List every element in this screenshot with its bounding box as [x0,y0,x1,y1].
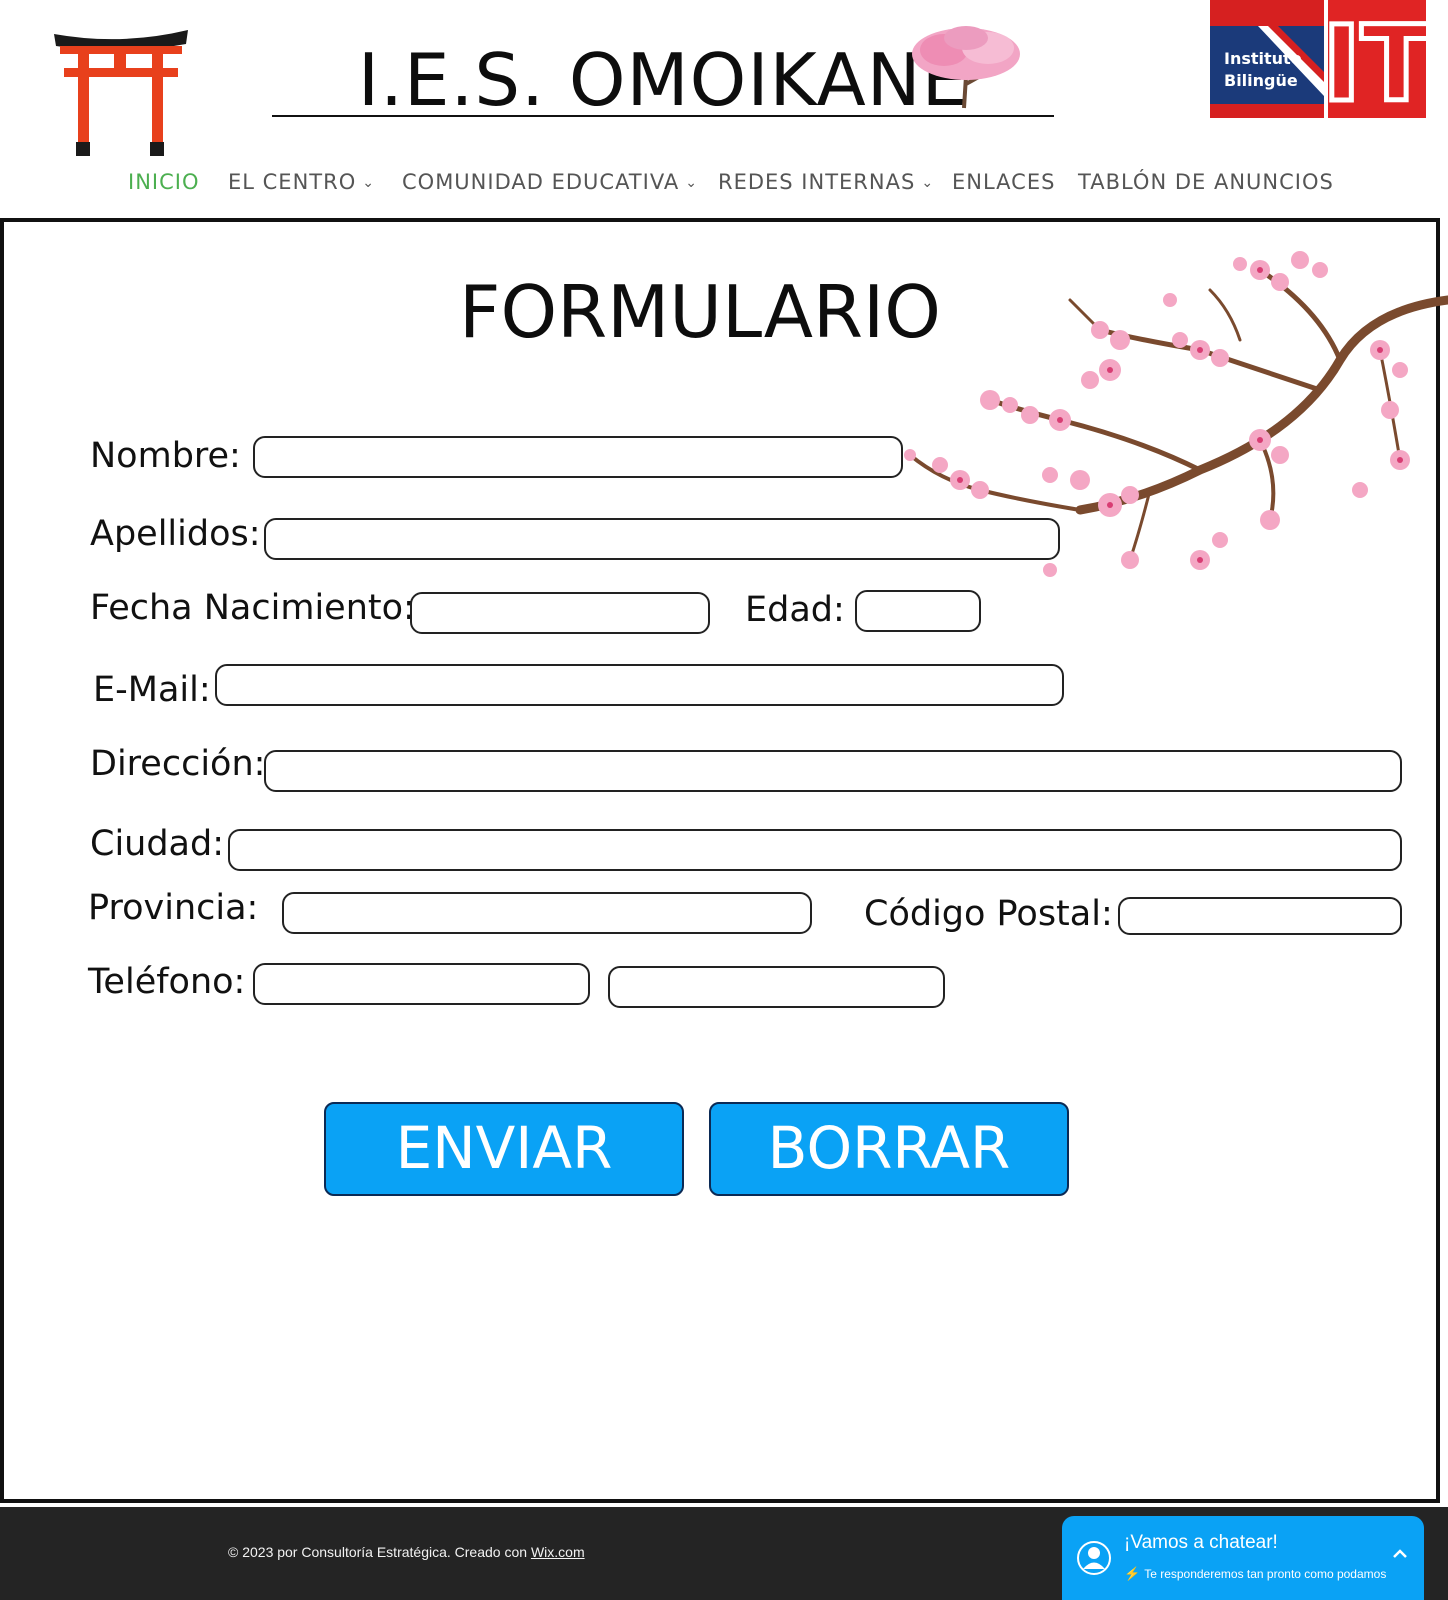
chat-subtitle: Te responderemos tan pronto como podamos [1144,1567,1387,1581]
ciudad-label: Ciudad: [90,824,225,864]
nav-item-enlaces[interactable]: ENLACES [952,170,1055,194]
direccion-field[interactable] [264,750,1402,792]
lightning-icon: ⚡ [1124,1566,1141,1581]
nombre-field[interactable] [253,436,903,478]
footer-wix-link[interactable]: Wix.com [531,1544,585,1560]
direccion-label: Dirección: [90,744,266,784]
bilingual-institute-logo: Instituto Bilingüe IT [1210,0,1434,128]
nav-item-label: ENLACES [952,170,1056,194]
fecha-nacimiento-field[interactable] [410,592,710,634]
bilingual-logo-line2: Bilingüe [1224,71,1298,90]
flag-top-band [1210,0,1324,26]
provincia-field[interactable] [282,892,812,934]
nav-item-label: REDES INTERNAS [718,170,916,194]
it-logo-text: IT [1328,3,1426,118]
nav-item-label: INICIO [128,170,200,194]
telefono-field-1[interactable] [253,963,590,1005]
nav-item-inicio[interactable]: INICIO [128,170,199,194]
ciudad-field[interactable] [228,829,1402,871]
nav-item-el-centro[interactable]: EL CENTRO ⌄ [228,170,375,194]
cherry-tree-icon [912,26,1020,109]
chevron-down-icon: ⌄ [362,175,375,191]
nav-item-label: EL CENTRO [228,170,357,194]
reset-button[interactable]: BORRAR [709,1102,1069,1196]
union-jack-icon: Instituto Bilingüe [1210,0,1324,118]
chevron-up-icon[interactable] [1388,1542,1412,1566]
edad-field[interactable] [855,590,981,632]
nav-item-redes-internas[interactable]: REDES INTERNAS ⌄ [718,170,934,194]
footer-copyright: © 2023 por Consultoría Estratégica. Crea… [228,1544,585,1560]
codigo-postal-field[interactable] [1118,897,1402,935]
it-logo-mark: IT [1320,0,1434,128]
nav-item-label: TABLÓN DE ANUNCIOS [1078,170,1334,194]
telefono-field-2[interactable] [608,966,945,1008]
chevron-down-icon: ⌄ [921,175,935,191]
provincia-label: Provincia: [88,888,259,928]
main-navigation: INICIO EL CENTRO ⌄ COMUNIDAD EDUCATIVA ⌄ R… [0,160,1448,204]
chat-title: ¡Vamos a chatear! [1124,1532,1278,1553]
torii-gate-logo [54,30,188,156]
edad-label: Edad: [745,590,845,630]
chat-subtitle-row: ⚡ Te responderemos tan pronto como podamo… [1124,1566,1386,1582]
chevron-down-icon: ⌄ [685,175,698,191]
telefono-label: Teléfono: [88,962,246,1002]
footer-copyright-text: © 2023 por Consultoría Estratégica. Crea… [228,1544,531,1560]
bilingual-logo-text: Instituto Bilingüe [1224,48,1302,92]
title-underline [272,115,1054,117]
nav-item-comunidad-educativa[interactable]: COMUNIDAD EDUCATIVA ⌄ [402,170,698,194]
submit-button[interactable]: ENVIAR [324,1102,684,1196]
nav-item-label: COMUNIDAD EDUCATIVA [402,170,680,194]
nombre-label: Nombre: [90,436,241,476]
email-field[interactable] [215,664,1064,706]
nav-item-tablon-de-anuncios[interactable]: TABLÓN DE ANUNCIOS [1078,170,1334,194]
email-label: E-Mail: [93,670,211,710]
user-avatar-icon [1077,1541,1111,1575]
apellidos-field[interactable] [264,518,1060,560]
bilingual-logo-line1: Instituto [1224,49,1302,68]
apellidos-label: Apellidos: [90,514,261,554]
codigo-postal-label: Código Postal: [864,894,1113,934]
form-title: FORMULARIO [459,270,941,354]
chat-widget[interactable]: ¡Vamos a chatear! ⚡ Te responderemos tan … [1062,1516,1424,1600]
fecha-nacimiento-label: Fecha Nacimiento: [90,588,415,628]
